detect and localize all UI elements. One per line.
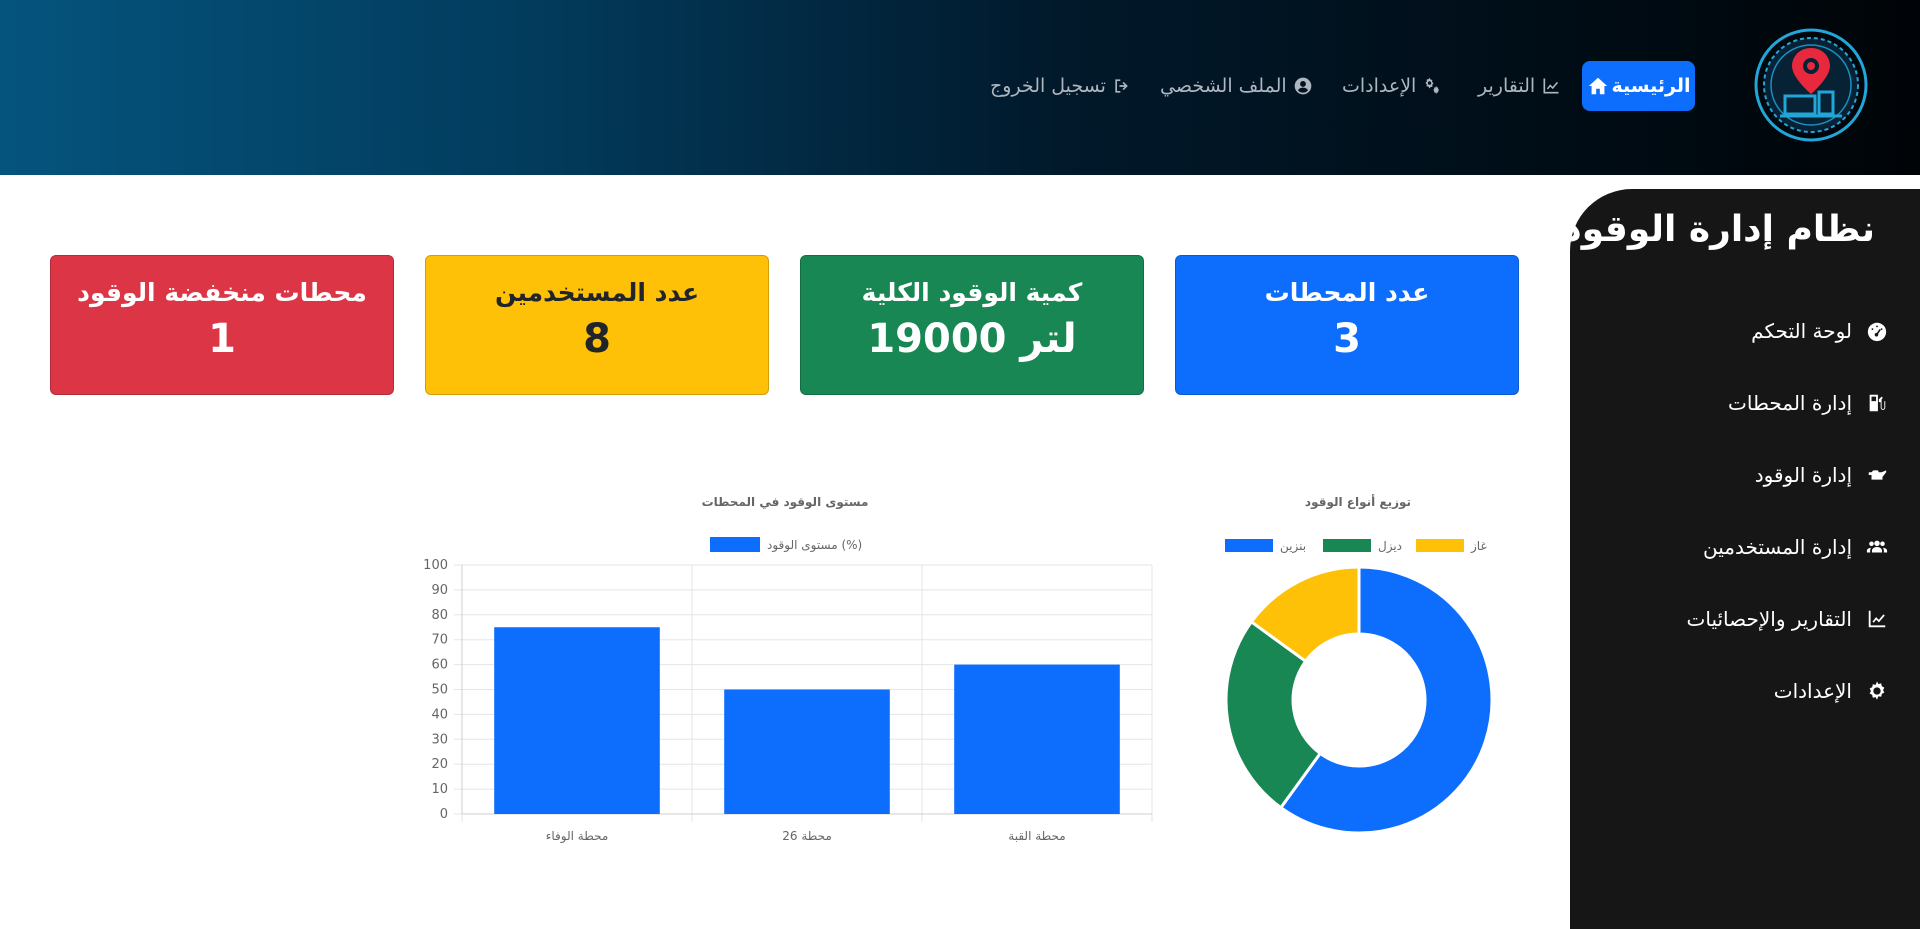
nav-home-label: الرئيسية bbox=[1611, 75, 1691, 97]
y-tick-label: 80 bbox=[431, 608, 448, 623]
home-icon bbox=[1588, 77, 1607, 95]
sidebar-item-fuel[interactable]: إدارة الوقود bbox=[1755, 455, 1888, 495]
fuel-level-bar-chart: مستوى الوقود في المحطات مستوى الوقود (%)… bbox=[423, 495, 1153, 844]
stat-card-title: عدد المحطات bbox=[1264, 278, 1430, 307]
stat-card-users: عدد المستخدمين 8 bbox=[425, 255, 769, 395]
legend-label[interactable]: بنزين bbox=[1280, 539, 1306, 554]
stat-card-title: عدد المستخدمين bbox=[494, 278, 700, 307]
legend-label[interactable]: مستوى الوقود (%) bbox=[767, 538, 862, 553]
sidebar-item-settings[interactable]: الإعدادات bbox=[1774, 671, 1888, 711]
top-navbar: الرئيسية التقارير الإعدادات الملف الشخصي… bbox=[0, 0, 1920, 175]
stat-card-low-fuel: محطات منخفضة الوقود 1 bbox=[50, 255, 394, 395]
legend-label[interactable]: ديزل bbox=[1378, 539, 1402, 554]
bar[interactable] bbox=[954, 664, 1120, 814]
y-tick-label: 50 bbox=[431, 683, 448, 698]
nav-logout[interactable]: تسجيل الخروج bbox=[990, 61, 1132, 111]
stat-card-value: 8 bbox=[583, 316, 611, 362]
stat-card-title: محطات منخفضة الوقود bbox=[77, 278, 367, 307]
legend-swatch[interactable] bbox=[1416, 539, 1464, 552]
nav-home[interactable]: الرئيسية bbox=[1582, 61, 1695, 111]
gas-pump-icon bbox=[1869, 394, 1886, 412]
sidebar-item-label: الإعدادات bbox=[1773, 679, 1852, 703]
y-tick-label: 70 bbox=[431, 633, 448, 648]
sidebar-item-label: التقارير والإحصائيات bbox=[1686, 607, 1852, 631]
fuel-station-logo[interactable] bbox=[1752, 26, 1870, 144]
stat-card-value: 19000 لتر bbox=[867, 316, 1077, 362]
chart-line-icon bbox=[1868, 610, 1886, 628]
nav-settings[interactable]: الإعدادات bbox=[1342, 61, 1442, 111]
bar[interactable] bbox=[494, 627, 660, 814]
gears-icon bbox=[1425, 77, 1440, 94]
stat-card-total-fuel: كمية الوقود الكلية 19000 لتر bbox=[800, 255, 1144, 395]
stat-card-stations: عدد المحطات 3 bbox=[1175, 255, 1519, 395]
users-icon bbox=[1866, 540, 1888, 553]
y-tick-label: 100 bbox=[423, 558, 448, 573]
nav-profile-label: الملف الشخصي bbox=[1160, 75, 1287, 97]
nav-reports[interactable]: التقارير bbox=[1478, 61, 1561, 111]
gauge-icon bbox=[1867, 322, 1887, 342]
legend-swatch[interactable] bbox=[1225, 539, 1273, 552]
y-tick-label: 0 bbox=[440, 807, 448, 822]
y-tick-label: 60 bbox=[431, 658, 448, 673]
chart-title: مستوى الوقود في المحطات bbox=[702, 495, 869, 510]
gear-icon bbox=[1869, 681, 1885, 700]
stat-card-value: 1 bbox=[208, 316, 236, 362]
stat-card-value: 3 bbox=[1333, 316, 1361, 362]
y-tick-label: 90 bbox=[431, 583, 448, 598]
sidebar-item-stations[interactable]: إدارة المحطات bbox=[1728, 383, 1888, 423]
stat-card-title: كمية الوقود الكلية bbox=[861, 278, 1083, 307]
legend-swatch[interactable] bbox=[1323, 539, 1371, 552]
x-tick-label: محطة القبة bbox=[1008, 829, 1065, 843]
legend-swatch[interactable] bbox=[710, 537, 760, 552]
sidebar-item-label: لوحة التحكم bbox=[1751, 319, 1852, 343]
fuel-types-doughnut-chart: توزيع أنواع الوقود بنزين ديزل غاز bbox=[1224, 494, 1494, 835]
sidebar-item-label: إدارة الوقود bbox=[1754, 463, 1852, 487]
nav-reports-label: التقارير bbox=[1478, 75, 1536, 97]
sidebar-item-dashboard[interactable]: لوحة التحكم bbox=[1751, 311, 1888, 351]
sidebar-item-label: إدارة المحطات bbox=[1728, 391, 1852, 415]
y-tick-label: 10 bbox=[431, 782, 448, 797]
x-tick-label: محطة الوفاء bbox=[546, 829, 609, 844]
sidebar-title: نظام إدارة الوقود bbox=[1563, 209, 1875, 250]
y-tick-label: 30 bbox=[431, 732, 448, 747]
nav-profile[interactable]: الملف الشخصي bbox=[1160, 61, 1313, 111]
sidebar-item-label: إدارة المستخدمين bbox=[1703, 535, 1852, 559]
sidebar-item-reports[interactable]: التقارير والإحصائيات bbox=[1687, 599, 1888, 639]
oil-can-icon bbox=[1868, 470, 1887, 480]
y-tick-label: 40 bbox=[431, 707, 448, 722]
sidebar-item-users[interactable]: إدارة المستخدمين bbox=[1703, 527, 1888, 567]
user-circle-icon bbox=[1294, 77, 1311, 95]
chart-title: توزيع أنواع الوقود bbox=[1305, 494, 1411, 510]
nav-settings-label: الإعدادات bbox=[1342, 75, 1417, 97]
nav-logout-label: تسجيل الخروج bbox=[990, 75, 1106, 97]
chart-line-icon bbox=[1543, 78, 1559, 94]
logout-icon bbox=[1115, 79, 1128, 93]
legend-label[interactable]: غاز bbox=[1470, 539, 1487, 554]
y-tick-label: 20 bbox=[431, 757, 448, 772]
x-tick-label: محطة 26 bbox=[782, 829, 832, 843]
bar[interactable] bbox=[724, 689, 890, 815]
sidebar: نظام إدارة الوقود لوحة التحكم إدارة المح… bbox=[1563, 189, 1920, 929]
